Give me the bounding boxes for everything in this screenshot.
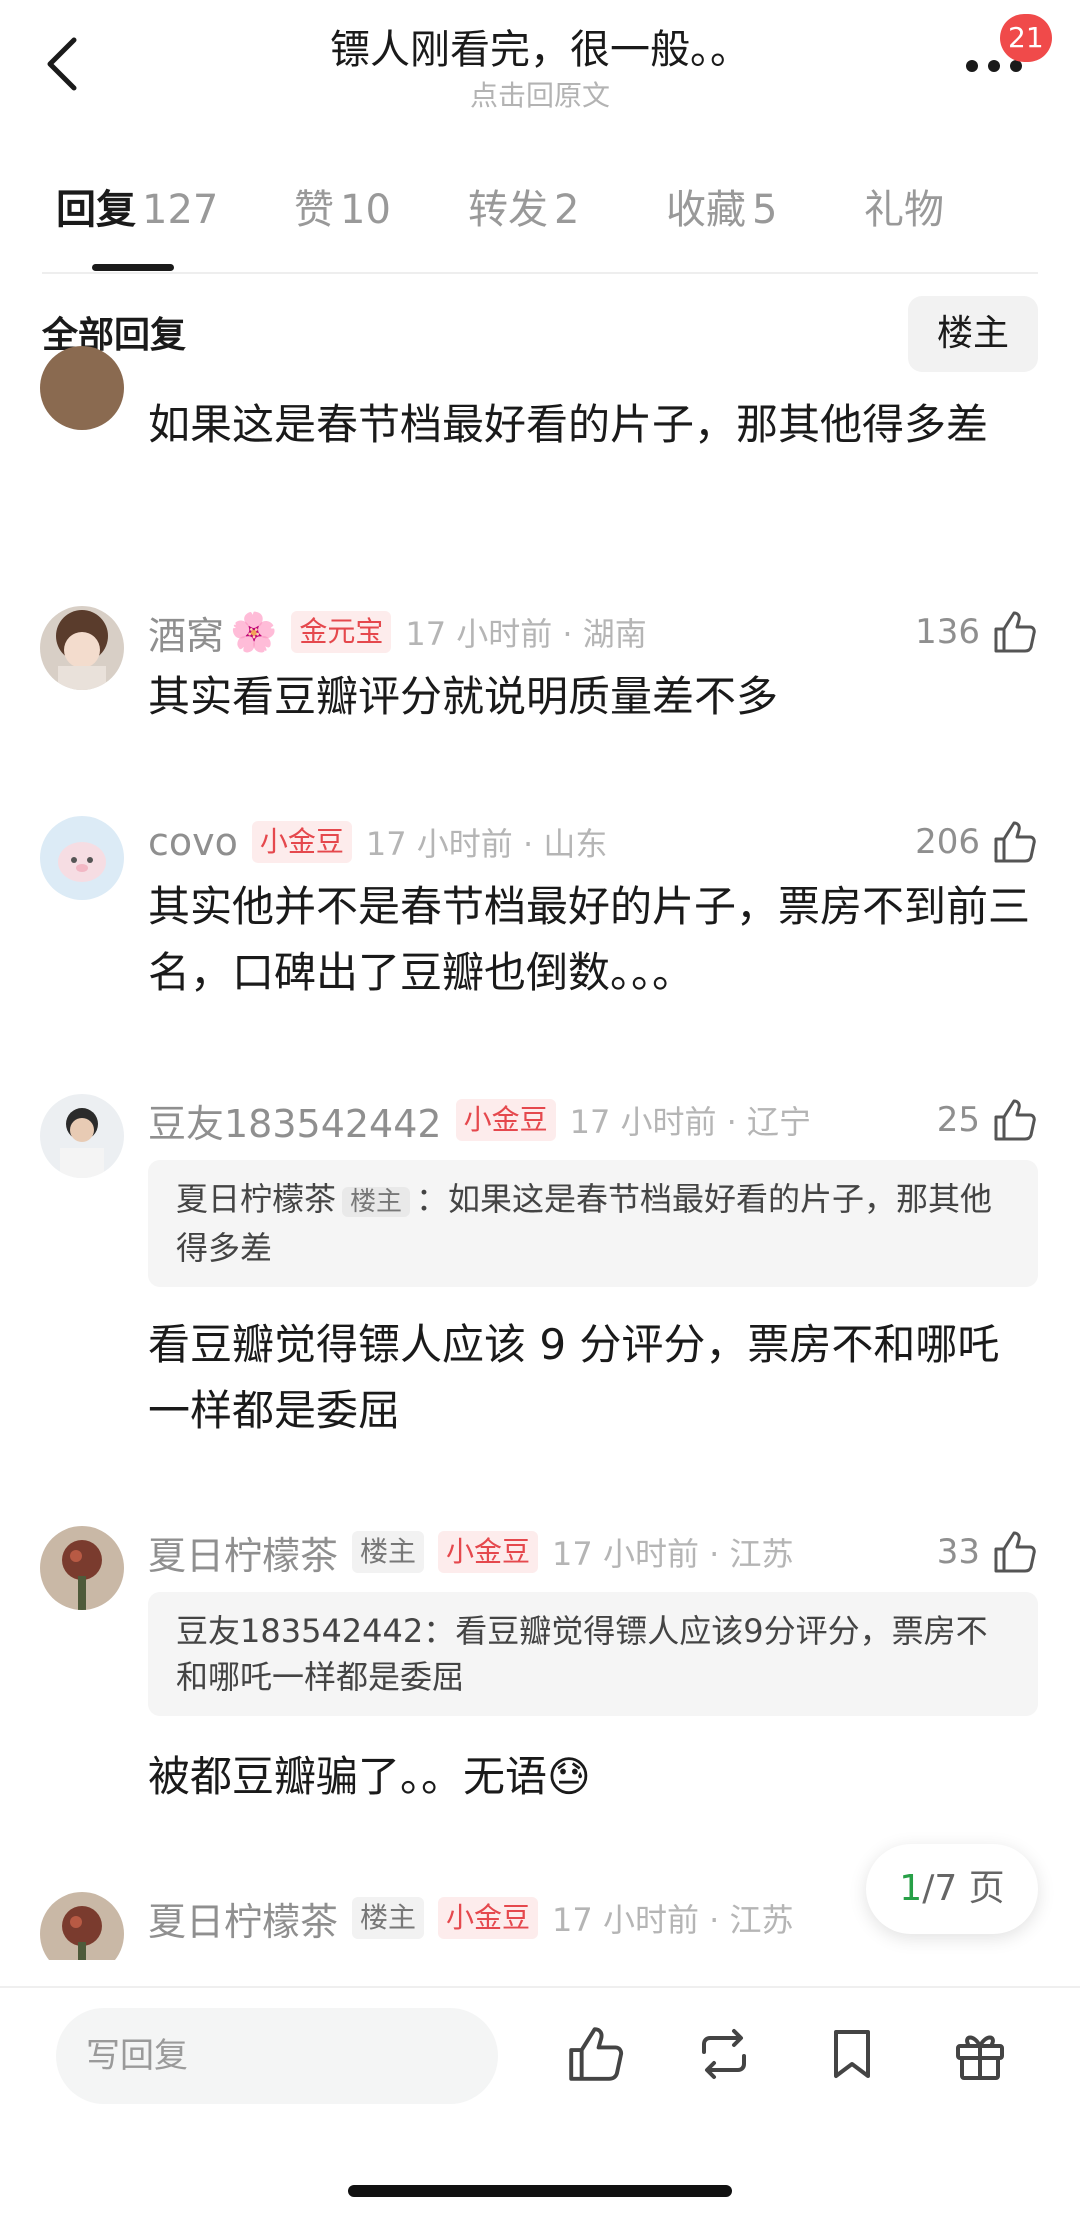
tab-count: 5 xyxy=(752,187,778,233)
comment-text: 看豆瓣觉得镖人应该 9 分评分，票房不和哪吒一样都是委屈 xyxy=(148,1320,1000,1435)
tab-reposts[interactable]: 转发 2 xyxy=(468,180,579,240)
coin-badge: 小金豆 xyxy=(438,1531,539,1573)
timestamp-location: 17 小时前 · 江苏 xyxy=(552,1901,794,1939)
like-count: 33 xyxy=(936,1532,980,1572)
thumbs-up-icon xyxy=(994,821,1036,863)
tab-count: 127 xyxy=(142,187,219,233)
coin-badge: 金元宝 xyxy=(291,611,392,653)
op-badge: 楼主 xyxy=(342,1187,411,1217)
quote-author: 夏日柠檬茶 xyxy=(176,1180,337,1218)
comment-text: 其实看豆瓣评分就说明质量差不多 xyxy=(148,672,779,721)
like-button[interactable]: 33 xyxy=(937,1524,1038,1580)
op-badge: 楼主 xyxy=(352,1531,425,1573)
tab-replies[interactable]: 回复 127 xyxy=(56,180,218,240)
username[interactable]: 豆友183542442 xyxy=(148,1093,442,1148)
tab-gifts[interactable]: 礼物 xyxy=(864,180,944,240)
avatar[interactable] xyxy=(40,1094,124,1178)
reply-input[interactable]: 写回复 xyxy=(56,2008,498,2104)
current-page: 1 xyxy=(899,1868,923,1909)
like-button[interactable]: 206 xyxy=(915,814,1038,870)
avatar[interactable] xyxy=(40,346,124,430)
thumbs-up-icon xyxy=(994,1531,1036,1573)
quote-author: 豆友183542442 xyxy=(176,1612,424,1650)
comment-meta: 酒窝 🌸 金元宝 17 小时前 · 湖南 xyxy=(148,604,647,660)
comment-text: 其实他并不是春节档最好的片子，票房不到前三名，口碑出了豆瓣也倒数。。。 xyxy=(148,882,1031,997)
op-only-button[interactable]: 楼主 xyxy=(908,296,1038,372)
username[interactable]: 夏日柠檬茶 xyxy=(148,1891,338,1946)
tab-likes[interactable]: 赞 10 xyxy=(294,180,391,240)
notification-badge[interactable]: 21 xyxy=(1000,14,1052,62)
home-indicator xyxy=(348,2185,732,2197)
bottom-action-bar: 写回复 xyxy=(0,1988,1080,2219)
tab-label: 赞 xyxy=(294,187,334,233)
coin-badge: 小金豆 xyxy=(438,1897,539,1939)
quoted-reply[interactable]: 夏日柠檬茶 楼主 ：如果这是春节档最好看的片子，那其他得多差 xyxy=(148,1160,1038,1287)
sweat-emoji-icon: 😓 xyxy=(547,1752,591,1801)
tab-count: 2 xyxy=(554,187,580,233)
coin-badge: 小金豆 xyxy=(455,1099,556,1141)
comment-text: 被都豆瓣骗了。。无语😓 xyxy=(148,1744,1038,1810)
avatar[interactable] xyxy=(40,816,124,900)
thumbs-up-icon xyxy=(994,611,1036,653)
thumbs-up-icon xyxy=(994,1099,1036,1141)
comment-text: 如果这是春节档最好看的片子，那其他得多差 xyxy=(148,400,989,449)
username[interactable]: covo xyxy=(148,820,238,864)
comment-meta: 豆友183542442 小金豆 17 小时前 · 辽宁 xyxy=(148,1092,811,1148)
like-icon[interactable] xyxy=(566,2024,626,2084)
comment-text-content: 被都豆瓣骗了。。无语 xyxy=(148,1752,548,1801)
like-count: 206 xyxy=(915,822,980,862)
tab-label: 回复 xyxy=(56,187,136,233)
timestamp-location: 17 小时前 · 江苏 xyxy=(552,1535,794,1573)
title-block[interactable]: 镖人刚看完，很一般。。 点击回原文 xyxy=(200,22,880,114)
tab-favorites[interactable]: 收藏 5 xyxy=(666,180,777,240)
back-to-original-link[interactable]: 点击回原文 xyxy=(200,78,880,114)
tab-count: 10 xyxy=(340,187,391,233)
timestamp-location: 17 小时前 · 辽宁 xyxy=(569,1103,812,1141)
like-button[interactable]: 25 xyxy=(937,1092,1038,1148)
total-pages: /7 页 xyxy=(922,1868,1005,1909)
page-title: 镖人刚看完，很一般。。 xyxy=(330,27,750,73)
like-button[interactable]: 136 xyxy=(915,604,1038,660)
like-count: 136 xyxy=(915,612,980,652)
tab-label: 收藏 xyxy=(666,187,746,233)
active-tab-indicator xyxy=(92,264,174,271)
avatar[interactable] xyxy=(40,606,124,690)
username[interactable]: 酒窝 xyxy=(148,605,224,660)
coin-badge: 小金豆 xyxy=(251,821,352,863)
repost-icon[interactable] xyxy=(694,2024,754,2084)
flower-icon: 🌸 xyxy=(230,609,278,654)
gift-icon[interactable] xyxy=(950,2024,1010,2084)
timestamp-location: 17 小时前 · 湖南 xyxy=(405,615,647,653)
comment-meta: 夏日柠檬茶 楼主 小金豆 17 小时前 · 江苏 xyxy=(148,1524,793,1580)
comment-meta: covo 小金豆 17 小时前 · 山东 xyxy=(148,814,607,870)
bookmark-icon[interactable] xyxy=(822,2024,882,2084)
tab-label: 礼物 xyxy=(864,187,944,233)
tab-bar: 回复 127 赞 10 转发 2 收藏 5 礼物 xyxy=(0,180,1080,272)
like-count: 25 xyxy=(936,1100,980,1140)
header: 镖人刚看完，很一般。。 点击回原文 21 xyxy=(0,0,1080,130)
quoted-reply[interactable]: 豆友183542442：看豆瓣觉得镖人应该9分评分，票房不和哪吒一样都是委屈 xyxy=(148,1592,1038,1716)
avatar[interactable] xyxy=(40,1526,124,1610)
op-badge: 楼主 xyxy=(352,1897,425,1939)
page-indicator[interactable]: 1/7 页 xyxy=(866,1844,1038,1934)
tab-label: 转发 xyxy=(468,187,548,233)
username[interactable]: 夏日柠檬茶 xyxy=(148,1525,338,1580)
divider xyxy=(42,272,1038,274)
comment-meta: 夏日柠檬茶 楼主 小金豆 17 小时前 · 江苏 xyxy=(148,1890,793,1946)
timestamp-location: 17 小时前 · 山东 xyxy=(365,825,608,863)
back-arrow-icon[interactable] xyxy=(38,34,88,94)
list-clip xyxy=(0,1960,1080,1988)
